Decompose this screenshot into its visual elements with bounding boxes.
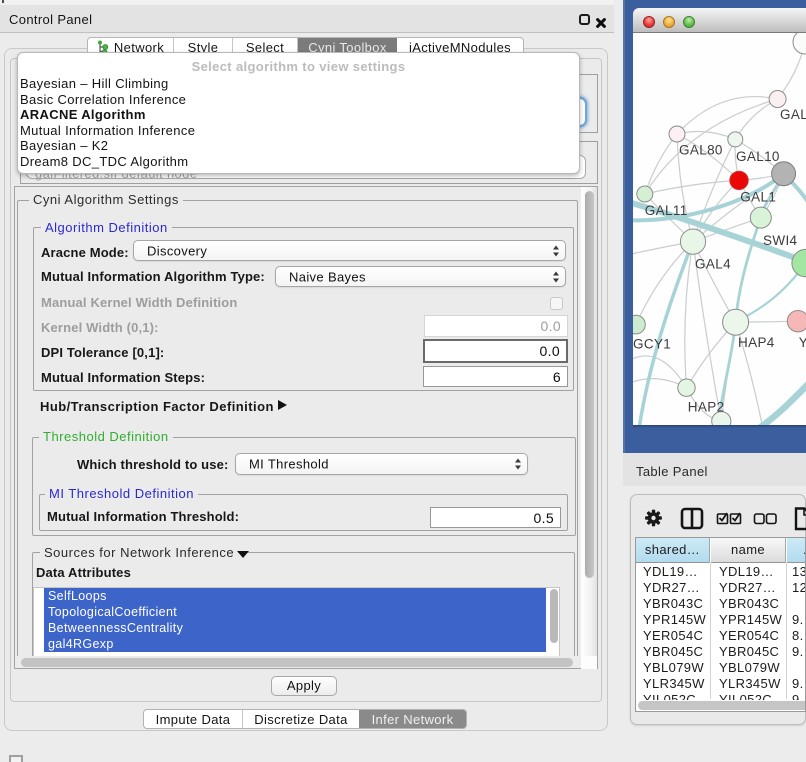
- svg-text:GCY1: GCY1: [633, 337, 671, 352]
- svg-text:GAL80: GAL80: [679, 143, 723, 158]
- svg-text:GAL4: GAL4: [695, 256, 731, 271]
- svg-text:GAL11: GAL11: [645, 203, 688, 218]
- svg-text:SWI4: SWI4: [763, 233, 798, 248]
- svg-text:HAP2: HAP2: [688, 400, 725, 415]
- svg-text:GAL10: GAL10: [736, 149, 780, 164]
- svg-text:Y: Y: [799, 335, 806, 350]
- svg-text:HAP4: HAP4: [738, 335, 775, 350]
- svg-text:GAL1: GAL1: [740, 190, 776, 205]
- svg-text:GAL7: GAL7: [780, 107, 806, 122]
